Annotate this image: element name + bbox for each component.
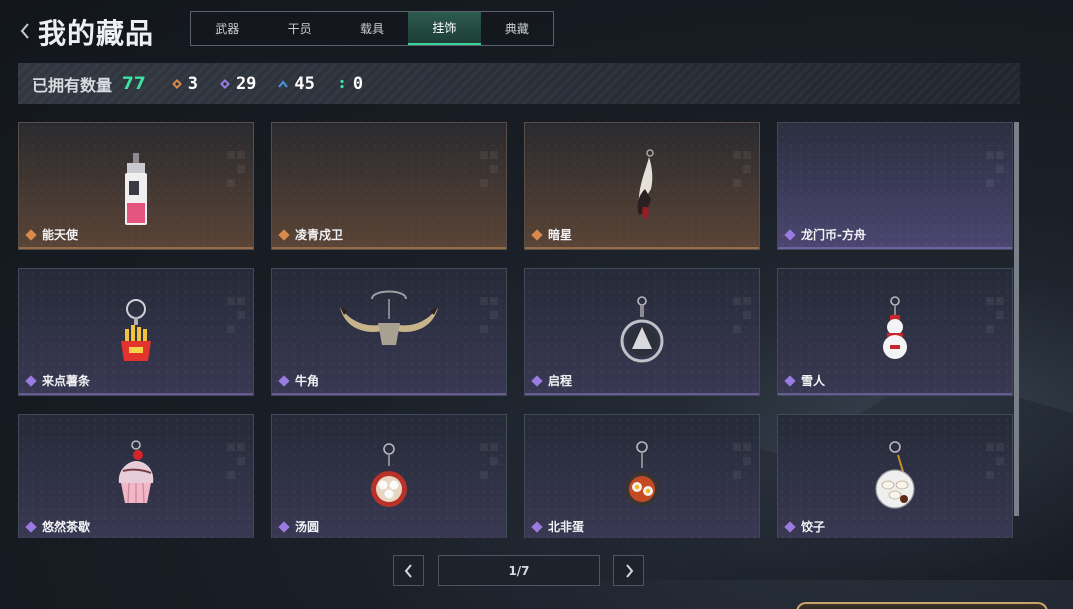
charm-name: 雪人 (801, 374, 826, 388)
tab-vehicles[interactable]: 载具 (336, 12, 408, 45)
tab-operators[interactable]: 干员 (263, 12, 335, 45)
fries-charm-icon (81, 279, 191, 379)
chevron-left-icon (404, 563, 412, 578)
stat-purple-value: 29 (235, 73, 257, 94)
owned-count-label: 已拥有数量 (32, 75, 113, 95)
stat-gold: 3 (171, 73, 198, 94)
charm-name: 饺子 (801, 520, 826, 534)
back-button[interactable] (14, 20, 36, 42)
charm-card[interactable]: 龙门币-方舟 (777, 122, 1013, 250)
gold-rarity-icon (278, 228, 290, 241)
charm-name: 牛角 (295, 374, 320, 388)
gold-diamond-icon (171, 78, 182, 89)
green-dots-icon (340, 79, 344, 88)
charm-card[interactable]: 能天使 (18, 122, 254, 250)
charm-card[interactable]: 悠然茶歇 (18, 414, 254, 538)
charm-name: 汤圆 (295, 520, 320, 534)
can-charm-icon (81, 133, 191, 233)
gold-rarity-icon (25, 228, 37, 241)
medal-charm-icon (587, 279, 697, 379)
purple-rarity-icon (531, 374, 543, 387)
charm-card[interactable]: 雪人 (777, 268, 1013, 396)
stat-blue-value: 45 (294, 73, 315, 94)
grid-scrollbar[interactable] (1014, 122, 1019, 516)
charm-name: 龙门币-方舟 (801, 228, 866, 242)
bowl-charm-icon (334, 425, 444, 525)
charm-grid: 能天使 凌青戍卫 暗星 龙门币-方舟 来点薯条 牛角 启程 雪人 悠然茶歇 汤圆… (18, 122, 1013, 538)
pan-charm-icon (587, 425, 697, 525)
purple-diamond-icon (219, 78, 230, 89)
purple-rarity-icon (25, 374, 37, 387)
purple-rarity-icon (531, 520, 543, 533)
charm-card[interactable]: 牛角 (271, 268, 507, 396)
charm-name: 北非蛋 (548, 520, 585, 534)
charm-name: 暗星 (548, 228, 573, 242)
charm-card[interactable]: 北非蛋 (524, 414, 760, 538)
purple-rarity-icon (784, 228, 796, 241)
owned-count-total: 77 (122, 73, 146, 94)
tab-collection[interactable]: 典藏 (481, 12, 553, 45)
charm-name: 启程 (548, 374, 573, 388)
scrollbar-thumb[interactable] (1014, 122, 1019, 516)
purple-rarity-icon (278, 520, 290, 533)
ownership-stats-bar: 已拥有数量 77 3 29 45 0 (18, 63, 1020, 104)
chevron-right-icon (625, 563, 633, 578)
purple-rarity-icon (278, 374, 290, 387)
tab-charms[interactable]: 挂饰 (408, 12, 481, 45)
cupcake-charm-icon (81, 425, 191, 525)
stat-gold-value: 3 (187, 73, 198, 94)
dumpling-charm-icon (840, 425, 950, 525)
purple-rarity-icon (25, 520, 37, 533)
charm-name: 来点薯条 (42, 374, 91, 388)
stat-green-value: 0 (352, 73, 364, 94)
charm-name: 悠然茶歇 (42, 520, 91, 534)
horn-charm-icon (334, 279, 444, 379)
charm-card[interactable]: 暗星 (524, 122, 760, 250)
stat-purple: 29 (219, 73, 257, 94)
purple-rarity-icon (784, 374, 796, 387)
stat-blue: 45 (278, 73, 315, 94)
category-tabs: 武器 干员 载具 挂饰 典藏 (190, 11, 554, 46)
next-page-button[interactable] (613, 555, 644, 586)
snowman-charm-icon (840, 279, 950, 379)
confirm-button[interactable] (796, 602, 1048, 609)
feather-charm-icon (587, 133, 697, 233)
charm-name: 凌青戍卫 (295, 228, 344, 242)
gold-rarity-icon (531, 228, 543, 241)
charm-card[interactable]: 汤圆 (271, 414, 507, 538)
charm-card[interactable]: 来点薯条 (18, 268, 254, 396)
charm-card[interactable]: 凌青戍卫 (271, 122, 507, 250)
charm-name: 能天使 (42, 228, 79, 242)
chevron-left-icon (20, 23, 29, 39)
charm-card[interactable]: 饺子 (777, 414, 1013, 538)
previous-page-button[interactable] (393, 555, 424, 586)
page-indicator: 1/7 (438, 555, 600, 586)
tab-weapons[interactable]: 武器 (191, 12, 263, 45)
stat-green: 0 (337, 74, 363, 94)
purple-rarity-icon (784, 520, 796, 533)
charm-card[interactable]: 启程 (524, 268, 760, 396)
page-title: 我的藏品 (38, 17, 155, 50)
blue-chevron-icon (278, 79, 289, 88)
